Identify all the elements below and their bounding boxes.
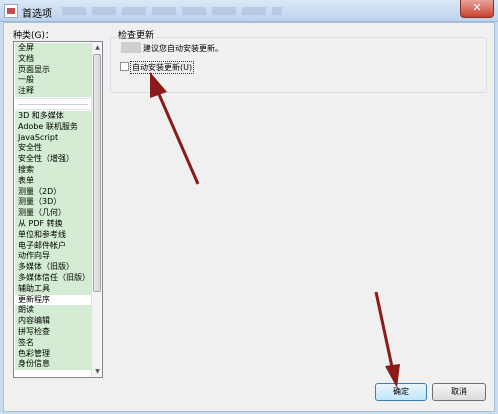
arrow-to-ok-button bbox=[374, 291, 400, 388]
annotation-arrows bbox=[150, 72, 400, 388]
arrow-to-checkbox bbox=[150, 72, 200, 185]
